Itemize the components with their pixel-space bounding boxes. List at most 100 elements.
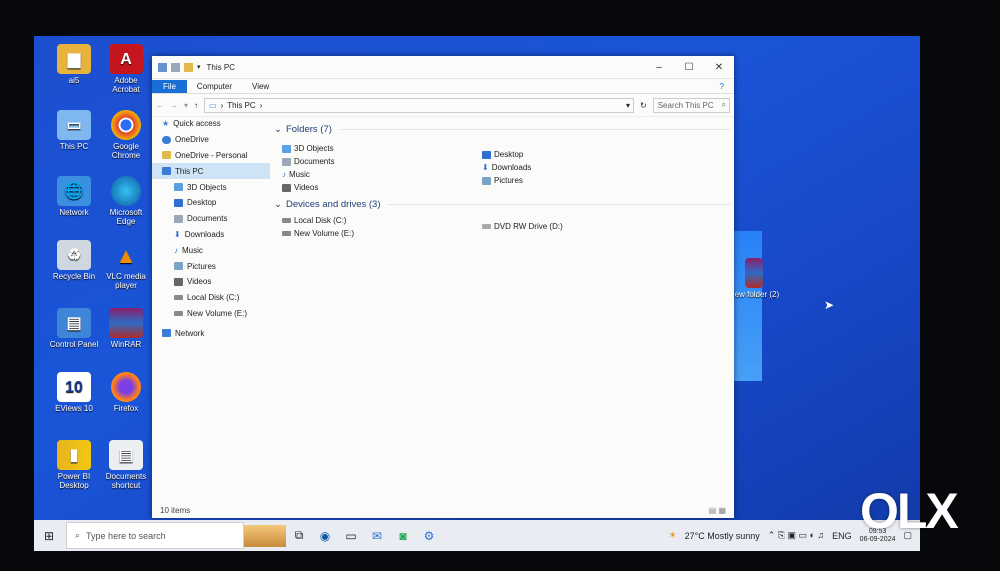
firefox-icon [111,372,141,402]
network-icon [162,329,171,338]
tab-computer[interactable]: Computer [187,80,242,93]
devices-group-header[interactable]: ⌄ Devices and drives (3) [274,199,730,210]
desktop-icon-edge[interactable]: Microsoft Edge [100,176,152,226]
folder-item[interactable]: ♪ Music [282,170,310,179]
file-explorer-window[interactable]: ▾ This PC – ☐ ✕ File Computer View ? ← →… [152,56,734,518]
weather-text[interactable]: 27°C Mostly sunny [685,531,760,541]
cloud-icon [162,135,171,144]
back-arrow-icon[interactable]: ← [156,101,164,110]
desktop-icon-documents-shortcut[interactable]: ▤ Documents shortcut [100,440,152,490]
nav-item-desktop[interactable]: Desktop [152,195,270,211]
recycle-bin-icon: ♻ [57,240,91,270]
nav-item-onedrive[interactable]: OneDrive [152,132,270,148]
refresh-icon[interactable]: ↻ [640,101,647,110]
title-bar[interactable]: ▾ This PC – ☐ ✕ [152,56,734,79]
nav-item-new-volume-e[interactable]: New Volume (E:) [152,306,270,322]
recent-chevron-icon[interactable]: ▾ [184,101,188,110]
up-arrow-icon[interactable]: ↑ [194,101,198,110]
file-explorer-taskbar-icon[interactable]: ▭ [338,526,364,546]
nav-item-label: OneDrive - Personal [175,150,248,160]
task-view-icon[interactable]: ⧉ [286,526,312,546]
help-icon[interactable]: ? [710,80,734,93]
folders-group-header[interactable]: ⌄ Folders (7) [274,124,730,135]
group-title: Folders (7) [285,124,332,135]
search-icon: ⌕ [721,100,726,109]
desktop-icon-ai5[interactable]: ▆ ai5 [48,44,100,85]
desktop-icon-chrome[interactable]: Google Chrome [100,110,152,160]
nav-item-videos[interactable]: Videos [152,274,270,290]
drive-icon [174,295,183,301]
drive-item[interactable]: Local Disk (C:) [282,216,346,225]
desktop-icon-eviews[interactable]: 10 EViews 10 [48,372,100,413]
nav-item-onedrive-personal[interactable]: OneDrive - Personal [152,148,270,164]
desktop-icon-recycle-bin[interactable]: ♻ Recycle Bin [48,240,100,281]
folder-item[interactable]: 3D Objects [282,144,334,153]
desktop-icon-label: Firefox [113,404,139,413]
maximize-button[interactable]: ☐ [674,62,704,73]
minimize-button[interactable]: – [644,62,674,73]
address-bar[interactable]: ▭ › This PC › ▾ [204,97,635,113]
search-input[interactable]: Search This PC ⌕ [652,97,730,113]
desktop-icon-this-pc[interactable]: ▭ This PC [48,110,100,151]
properties-icon[interactable] [171,62,180,72]
close-button[interactable]: ✕ [704,62,734,73]
taskbar-search-input[interactable]: ⌕ Type here to search [66,522,244,549]
nav-item-pictures[interactable]: Pictures [152,258,270,274]
nav-item-downloads[interactable]: ⬇ Downloads [152,227,270,243]
chevron-down-icon[interactable]: ▾ [197,63,201,71]
eviews-icon: 10 [57,372,91,402]
nav-item-network[interactable]: Network [152,325,270,341]
chevron-down-icon[interactable]: ▾ [626,101,633,110]
network-icon: 🌐 [57,176,91,206]
settings-gear-icon[interactable]: ⚙ [416,526,442,546]
nav-item-documents[interactable]: Documents [152,211,270,227]
folder-item[interactable]: Documents [282,157,334,166]
drive-label: New Volume (E:) [294,229,355,238]
folder-item[interactable]: Videos [282,183,318,192]
drive-icon [174,310,183,316]
computer-icon [158,62,167,72]
tray-icons[interactable]: ⌃ ⎘ ▣ ▭ ◐ ♫ [768,530,824,541]
nav-item-local-disk-c[interactable]: Local Disk (C:) [152,290,270,306]
nav-item-this-pc[interactable]: This PC [152,163,270,180]
folder-item[interactable]: Desktop [482,150,523,159]
desktop-icon-label: WinRAR [110,340,142,349]
desktop-icon-label: VLC media player [106,272,146,290]
breadcrumb-separator-icon: › [220,100,224,110]
forward-arrow-icon[interactable]: → [170,101,178,110]
breadcrumb[interactable]: This PC [227,101,255,110]
tab-file[interactable]: File [152,80,187,93]
documents-icon [282,157,291,166]
language-indicator[interactable]: ENG [832,531,852,541]
desktop-icon-label: Google Chrome [111,142,141,160]
search-highlight-icon[interactable] [244,524,286,547]
tab-view[interactable]: View [242,80,279,93]
desktop-icon-powerbi[interactable]: ▮ Power BI Desktop [48,440,100,490]
desktop-icon-label: Microsoft Edge [109,208,143,226]
drive-item[interactable]: New Volume (E:) [282,229,354,238]
edge-taskbar-icon[interactable]: ◉ [312,526,338,546]
nav-item-music[interactable]: ♪ Music [152,242,270,258]
cloud-folder-icon [162,151,171,160]
folder-item[interactable]: ⬇ Downloads [482,163,531,172]
search-placeholder: Search This PC [657,100,714,110]
desktop-icon-control-panel[interactable]: ▤ Control Panel [48,308,100,349]
mail-taskbar-icon[interactable]: ✉ [364,526,390,546]
desktop-icon-winrar[interactable]: WinRAR [100,308,152,349]
view-toggle-icon[interactable]: ▤ ▦ [709,506,734,515]
desktop-icon-vlc[interactable]: ▲ VLC media player [100,240,152,290]
desktop-icon-network[interactable]: 🌐 Network [48,176,100,217]
nav-item-3d-objects[interactable]: 3D Objects [152,179,270,195]
folder-icon: ▆ [57,44,91,74]
desktop-icon-new-folder[interactable]: New folder (2) [728,258,780,299]
windows-start-icon[interactable]: ⊞ [34,526,64,546]
whatsapp-taskbar-icon[interactable]: ◙ [390,526,416,546]
winrar-icon [109,308,143,338]
nav-item-quick-access[interactable]: ★ Quick access [152,116,270,132]
drive-item[interactable]: DVD RW Drive (D:) [482,222,563,231]
desktop-icon-acrobat[interactable]: A Adobe Acrobat [100,44,152,94]
search-icon: ⌕ [75,530,81,540]
folder-item[interactable]: Pictures [482,176,523,185]
new-folder-icon[interactable] [184,62,193,72]
desktop-icon-firefox[interactable]: Firefox [100,372,152,413]
